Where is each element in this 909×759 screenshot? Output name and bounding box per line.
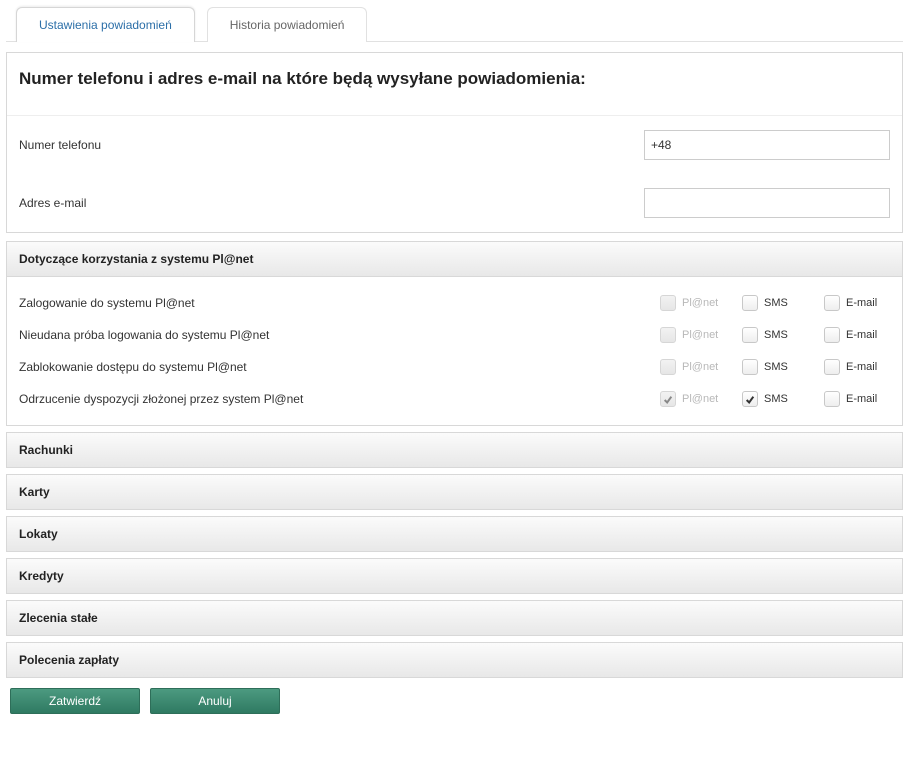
channel-planet: Pl@net bbox=[660, 391, 726, 407]
channel-label-planet: Pl@net bbox=[682, 297, 718, 309]
checkbox-sms-row-2[interactable] bbox=[742, 359, 758, 375]
channel-label-sms: SMS bbox=[764, 297, 788, 309]
notif-row: Odrzucenie dyspozycji złożonej przez sys… bbox=[13, 383, 896, 415]
phone-input[interactable] bbox=[644, 130, 890, 160]
channel-label-sms: SMS bbox=[764, 361, 788, 373]
email-input[interactable] bbox=[644, 188, 890, 218]
phone-row: Numer telefonu bbox=[7, 116, 902, 174]
cancel-button[interactable]: Anuluj bbox=[150, 688, 280, 714]
checkbox-planet-row-1 bbox=[660, 327, 676, 343]
section-header-collapsed[interactable]: Polecenia zapłaty bbox=[6, 642, 903, 678]
notif-label: Zalogowanie do systemu Pl@net bbox=[19, 296, 644, 310]
channel-sms: SMS bbox=[742, 295, 808, 311]
checkbox-planet-row-2 bbox=[660, 359, 676, 375]
email-row: Adres e-mail bbox=[7, 174, 902, 232]
tab-history[interactable]: Historia powiadomień bbox=[207, 7, 368, 42]
channel-label-planet: Pl@net bbox=[682, 393, 718, 405]
section-header-collapsed[interactable]: Rachunki bbox=[6, 432, 903, 468]
channel-email: E-mail bbox=[824, 391, 890, 407]
channel-email: E-mail bbox=[824, 295, 890, 311]
check-icon bbox=[663, 394, 673, 404]
checkbox-email-row-1[interactable] bbox=[824, 327, 840, 343]
checkbox-planet-row-3 bbox=[660, 391, 676, 407]
section-header-collapsed[interactable]: Karty bbox=[6, 474, 903, 510]
notif-label: Nieudana próba logowania do systemu Pl@n… bbox=[19, 328, 644, 342]
channel-label-sms: SMS bbox=[764, 393, 788, 405]
channel-label-sms: SMS bbox=[764, 329, 788, 341]
channel-planet: Pl@net bbox=[660, 327, 726, 343]
notif-row: Zablokowanie dostępu do systemu Pl@net Pl… bbox=[13, 351, 896, 383]
contact-title: Numer telefonu i adres e-mail na które b… bbox=[7, 53, 902, 116]
section-header-collapsed[interactable]: Zlecenia stałe bbox=[6, 600, 903, 636]
checkbox-email-row-0[interactable] bbox=[824, 295, 840, 311]
email-label: Adres e-mail bbox=[19, 196, 86, 210]
channel-sms: SMS bbox=[742, 359, 808, 375]
phone-label: Numer telefonu bbox=[19, 138, 101, 152]
checkbox-sms-row-0[interactable] bbox=[742, 295, 758, 311]
action-buttons: Zatwierdź Anuluj bbox=[6, 684, 903, 722]
tab-settings[interactable]: Ustawienia powiadomień bbox=[16, 7, 195, 42]
channel-planet: Pl@net bbox=[660, 359, 726, 375]
notif-label: Zablokowanie dostępu do systemu Pl@net bbox=[19, 360, 644, 374]
channel-email: E-mail bbox=[824, 359, 890, 375]
section-header-system: Dotyczące korzystania z systemu Pl@net bbox=[7, 242, 902, 277]
channel-label-email: E-mail bbox=[846, 297, 877, 309]
check-icon bbox=[745, 394, 755, 404]
tabs-bar: Ustawienia powiadomień Historia powiadom… bbox=[6, 6, 903, 42]
channel-email: E-mail bbox=[824, 327, 890, 343]
contact-panel: Numer telefonu i adres e-mail na które b… bbox=[6, 52, 903, 233]
checkbox-email-row-2[interactable] bbox=[824, 359, 840, 375]
notif-list-system: Dotyczące korzystania z systemu Pl@net Z… bbox=[6, 241, 903, 426]
channel-label-email: E-mail bbox=[846, 361, 877, 373]
confirm-button[interactable]: Zatwierdź bbox=[10, 688, 140, 714]
notif-label: Odrzucenie dyspozycji złożonej przez sys… bbox=[19, 392, 644, 406]
channel-label-email: E-mail bbox=[846, 329, 877, 341]
checkbox-email-row-3[interactable] bbox=[824, 391, 840, 407]
section-header-collapsed[interactable]: Kredyty bbox=[6, 558, 903, 594]
channel-sms: SMS bbox=[742, 391, 808, 407]
checkbox-sms-row-1[interactable] bbox=[742, 327, 758, 343]
channel-label-email: E-mail bbox=[846, 393, 877, 405]
section-header-collapsed[interactable]: Lokaty bbox=[6, 516, 903, 552]
channel-planet: Pl@net bbox=[660, 295, 726, 311]
channel-label-planet: Pl@net bbox=[682, 361, 718, 373]
channel-sms: SMS bbox=[742, 327, 808, 343]
checkbox-planet-row-0 bbox=[660, 295, 676, 311]
channel-label-planet: Pl@net bbox=[682, 329, 718, 341]
checkbox-sms-row-3[interactable] bbox=[742, 391, 758, 407]
notif-row: Nieudana próba logowania do systemu Pl@n… bbox=[13, 319, 896, 351]
notif-row: Zalogowanie do systemu Pl@net Pl@net SMS E-… bbox=[13, 287, 896, 319]
